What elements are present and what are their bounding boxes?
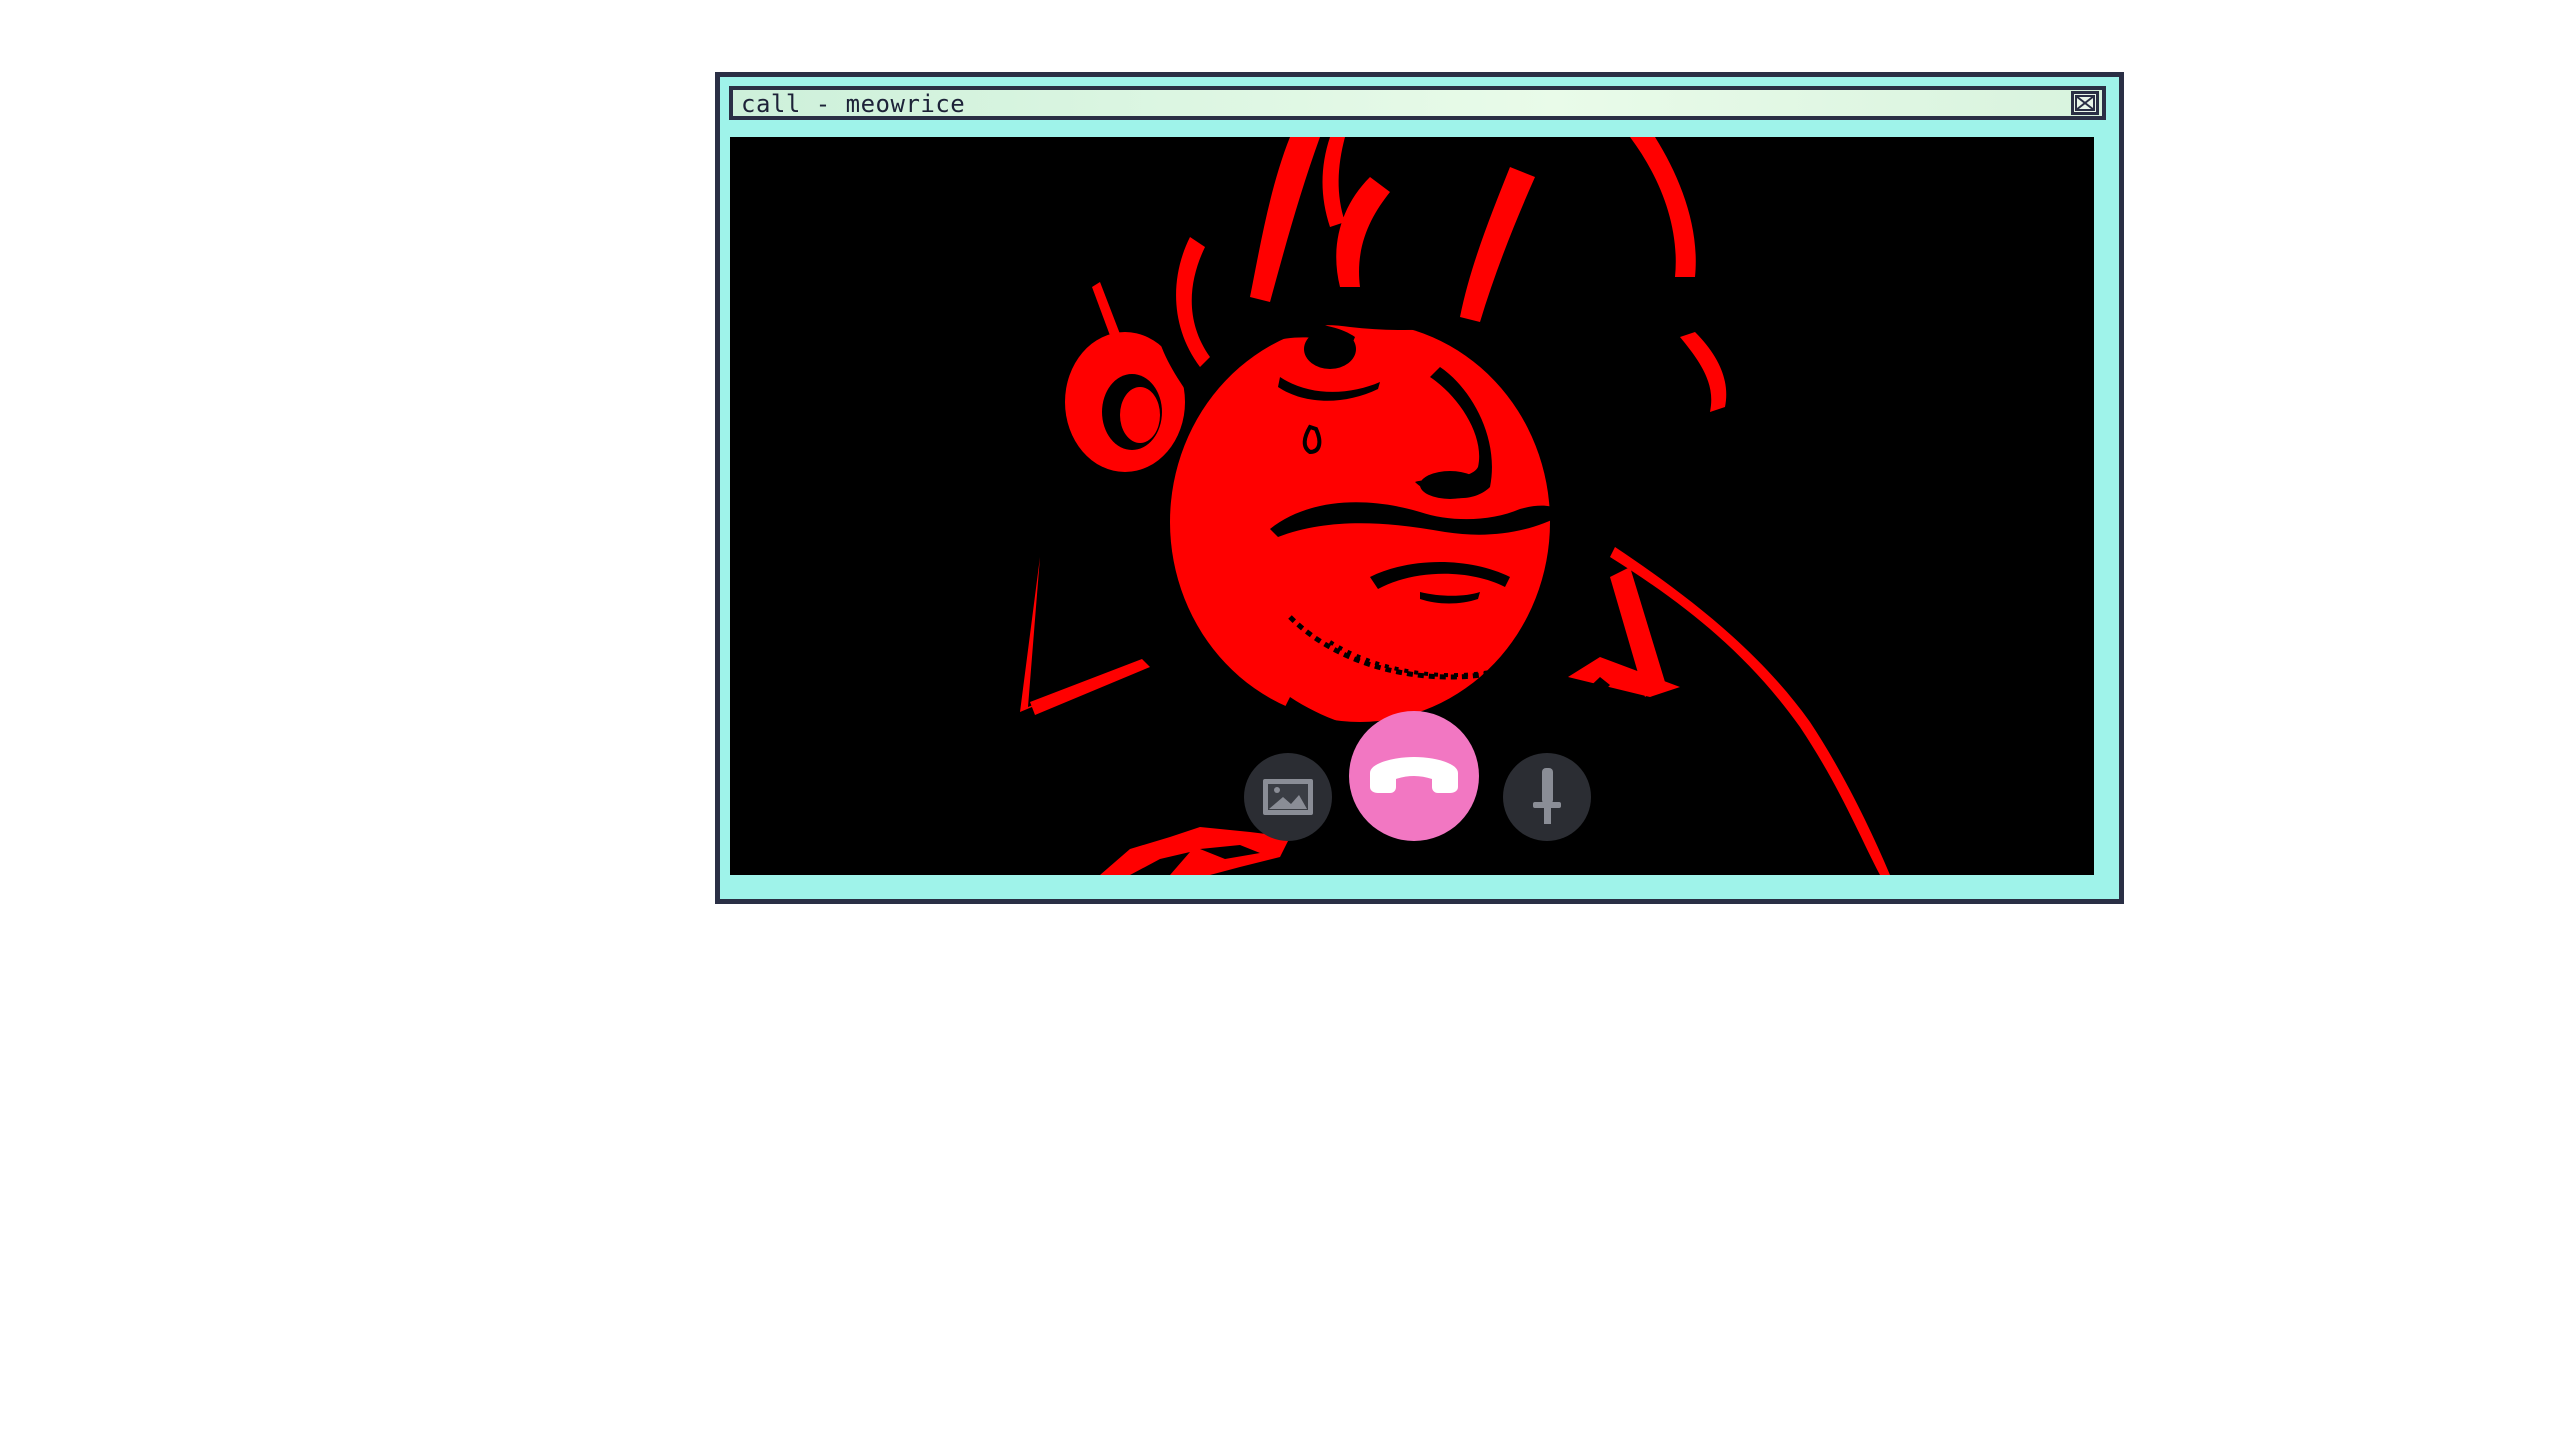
hang-up-button[interactable] xyxy=(1349,711,1479,841)
close-button[interactable] xyxy=(2071,91,2099,115)
window-title: call - meowrice xyxy=(741,90,966,118)
close-icon xyxy=(2075,95,2095,111)
video-feed xyxy=(730,137,2094,875)
mute-microphone-button[interactable] xyxy=(1503,753,1591,841)
phone-hangup-icon xyxy=(1370,757,1458,793)
image-icon xyxy=(1263,779,1313,815)
call-window: call - meowrice xyxy=(715,72,2124,904)
send-image-button[interactable] xyxy=(1244,753,1332,841)
titlebar[interactable]: call - meowrice xyxy=(729,86,2106,120)
microphone-icon xyxy=(1533,768,1561,824)
